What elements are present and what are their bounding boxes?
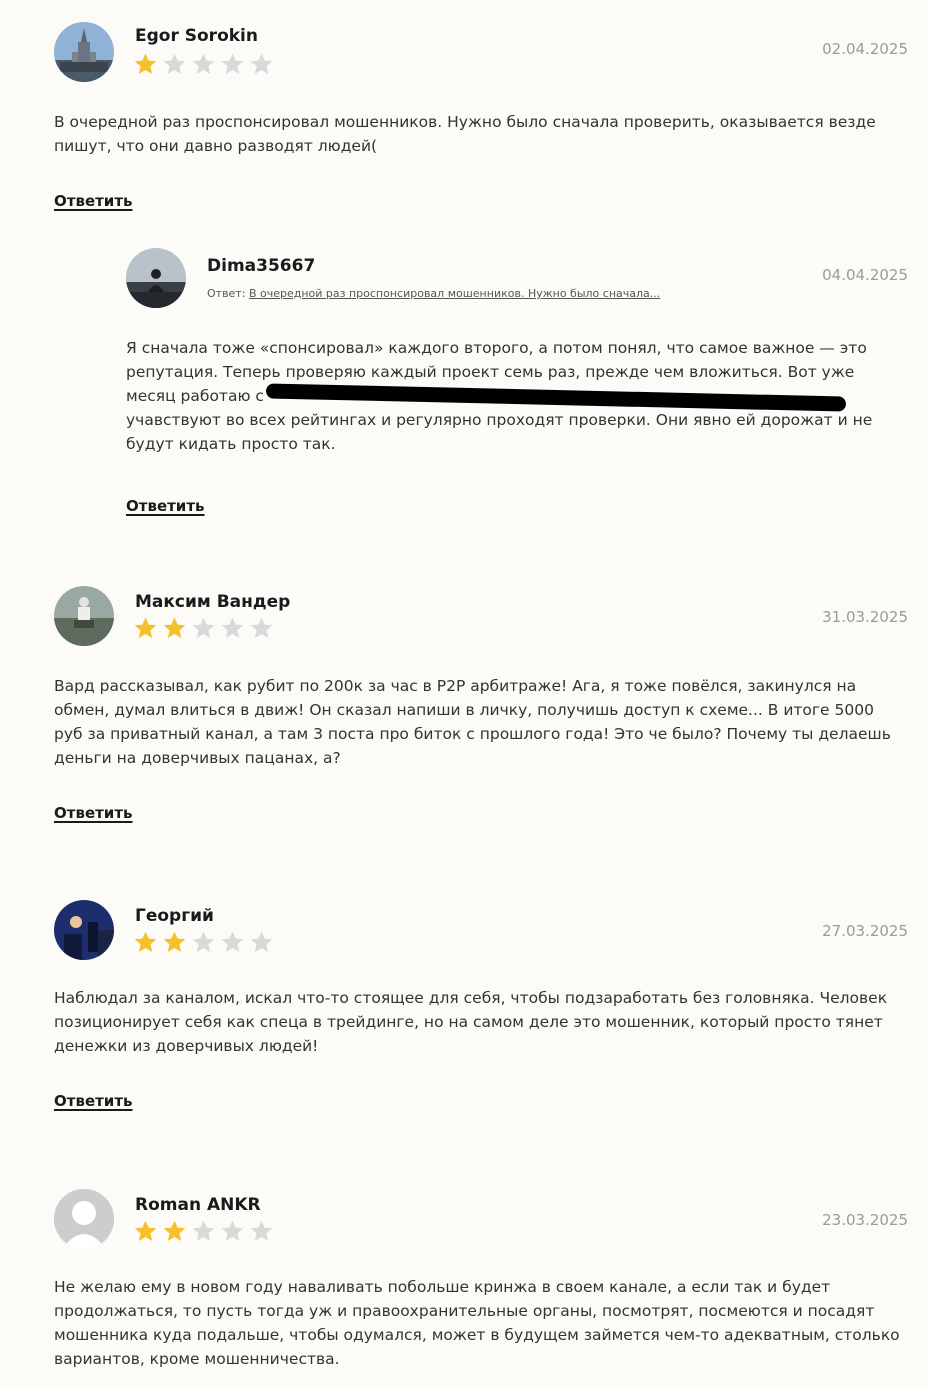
review-header: Roman ANKR 23.03.2025: [54, 1189, 908, 1251]
review-text: Наблюдал за каналом, искал что-то стояще…: [54, 989, 888, 1055]
reply-button[interactable]: Ответить: [54, 804, 133, 822]
star-empty-icon: [250, 617, 273, 638]
review-text-line: репутация. Теперь проверяю каждый проект…: [126, 363, 855, 381]
star-rating: [133, 616, 274, 641]
author-name: Dima35667: [207, 256, 316, 276]
star-empty-icon: [221, 1220, 244, 1241]
reply-reference: Ответ: В очередной раз проспонсировал мо…: [207, 287, 660, 300]
review-header: Максим Вандер 31.03.2025: [54, 586, 908, 648]
reply-button[interactable]: Ответить: [54, 192, 133, 210]
avatar: [126, 248, 186, 308]
author-name: Георгий: [135, 906, 214, 926]
avatar: [54, 586, 114, 646]
avatar: [54, 1189, 114, 1249]
star-empty-icon: [192, 53, 215, 74]
reply-button[interactable]: Ответить: [54, 1092, 133, 1110]
review-text: Вард рассказывал, как рубит по 200к за ч…: [54, 677, 891, 767]
star-filled-icon: [134, 53, 157, 74]
star-filled-icon: [163, 1220, 186, 1241]
building-photo-icon: [54, 22, 114, 82]
star-filled-icon: [163, 617, 186, 638]
review-text-line: будут кидать просто так.: [126, 435, 336, 453]
review-date: 02.04.2025: [822, 40, 908, 58]
star-filled-icon: [134, 1220, 157, 1241]
author-name: Максим Вандер: [135, 592, 291, 612]
review-date: 27.03.2025: [822, 922, 908, 940]
star-empty-icon: [192, 931, 215, 952]
review-text: Я сначала тоже «спонсировал» каждого вто…: [126, 336, 886, 456]
person-outdoor-photo-icon: [54, 586, 114, 646]
review-text: В очередной раз проспонсировал мошеннико…: [54, 113, 876, 155]
star-empty-icon: [250, 931, 273, 952]
star-filled-icon: [134, 931, 157, 952]
reply-button[interactable]: Ответить: [126, 497, 205, 515]
star-empty-icon: [163, 53, 186, 74]
review-header: Dima35667 Ответ: В очередной раз проспон…: [126, 248, 908, 310]
star-empty-icon: [221, 931, 244, 952]
review-header: Георгий 27.03.2025: [54, 900, 908, 962]
star-filled-icon: [134, 617, 157, 638]
review-item: Egor Sorokin 02.04.2025 В очередной раз …: [54, 22, 908, 210]
star-empty-icon: [250, 1220, 273, 1241]
star-rating: [133, 930, 274, 955]
review-item: Roman ANKR 23.03.2025 Не желаю ему в нов…: [54, 1189, 908, 1371]
author-name: Egor Sorokin: [135, 26, 258, 46]
default-user-icon: [54, 1189, 114, 1249]
review-header: Egor Sorokin 02.04.2025: [54, 22, 908, 84]
star-rating: [133, 1219, 274, 1244]
review-item: Максим Вандер 31.03.2025 Вард рассказыва…: [54, 586, 908, 822]
author-name: Roman ANKR: [135, 1195, 261, 1215]
avatar: [54, 22, 114, 82]
night-city-photo-icon: [54, 900, 114, 960]
review-text-line: Я сначала тоже «спонсировал» каждого вто…: [126, 339, 867, 357]
star-empty-icon: [192, 617, 215, 638]
review-date: 04.04.2025: [822, 266, 908, 284]
star-filled-icon: [163, 931, 186, 952]
star-empty-icon: [221, 617, 244, 638]
review-reply-item: Dima35667 Ответ: В очередной раз проспон…: [126, 248, 908, 515]
review-text-line: учавствуют во всех рейтингах и регулярно…: [126, 411, 873, 429]
review-text: Не желаю ему в новом году наваливать поб…: [54, 1278, 900, 1368]
review-date: 23.03.2025: [822, 1211, 908, 1229]
reply-prefix: Ответ:: [207, 287, 246, 300]
star-empty-icon: [250, 53, 273, 74]
star-empty-icon: [192, 1220, 215, 1241]
avatar: [54, 900, 114, 960]
person-sitting-photo-icon: [126, 248, 186, 308]
review-date: 31.03.2025: [822, 608, 908, 626]
reply-quote-link[interactable]: В очередной раз проспонсировал мошеннико…: [249, 287, 660, 300]
star-empty-icon: [221, 53, 244, 74]
review-item: Георгий 27.03.2025 Наблюдал за каналом, …: [54, 900, 908, 1110]
star-rating: [133, 52, 274, 77]
